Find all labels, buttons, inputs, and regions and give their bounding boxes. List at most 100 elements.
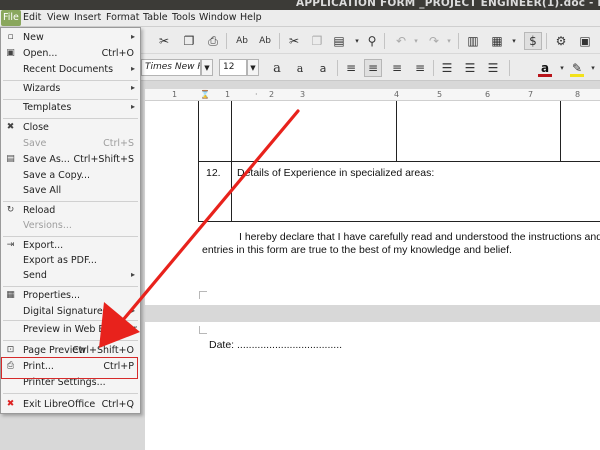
copy-icon[interactable]: ❐	[180, 32, 198, 50]
chevron-down-icon[interactable]: ▼	[247, 59, 259, 76]
font-name-field[interactable]: Times New Roman	[141, 59, 201, 76]
align-right-icon[interactable]: ≡	[388, 59, 406, 77]
menu-item-label: Save All	[23, 185, 62, 196]
grow-font-icon[interactable]: a	[268, 59, 286, 77]
export-icon: ⇥	[6, 240, 15, 250]
font-size-field[interactable]: 12	[219, 59, 247, 76]
menu-help[interactable]: Help	[240, 12, 262, 23]
menu-item-export[interactable]: ⇥ Export...	[1, 238, 140, 254]
horizontal-ruler[interactable]: 1 ⌛ 1 · 2 3 4 5 6 7 8	[145, 89, 600, 101]
menu-item-new[interactable]: ▫ New ▸	[1, 30, 140, 46]
menu-tools[interactable]: Tools	[172, 12, 195, 23]
submenu-arrow-icon: ▸	[130, 32, 135, 41]
menu-item-label: Properties...	[23, 290, 81, 301]
menu-item-export-pdf[interactable]: Export as PDF...	[1, 253, 140, 269]
date-field-label: Date: ..................................…	[209, 339, 343, 351]
menu-format[interactable]: Format	[106, 12, 139, 23]
table-dropdown-icon[interactable]: ▾	[505, 32, 523, 50]
menu-item-label: Wizards	[23, 83, 61, 94]
align-left-icon[interactable]: ≡	[342, 59, 360, 77]
ruler-number: 5	[437, 90, 443, 99]
menu-item-reload[interactable]: ↻ Reload	[1, 203, 140, 219]
gear-icon[interactable]: ⚙	[552, 32, 570, 50]
menu-item-label: Digital Signatures	[23, 306, 108, 317]
menu-item-shortcut: Ctrl+S	[103, 138, 134, 149]
ruler-indent-marker[interactable]: ⌛	[200, 90, 210, 99]
menu-item-wizards[interactable]: Wizards ▸	[1, 81, 140, 97]
line-spacing-icon[interactable]: ☰	[438, 59, 456, 77]
margin-corner-mark	[199, 291, 207, 299]
shrink-font-icon[interactable]: a	[291, 59, 309, 77]
menu-item-save-copy[interactable]: Save a Copy...	[1, 168, 140, 184]
ruler-number: 1	[172, 90, 178, 99]
printer-icon[interactable]: ⎙	[204, 32, 222, 50]
highlight-dropdown-icon[interactable]: ▾	[584, 59, 600, 77]
menu-item-properties[interactable]: ▦ Properties...	[1, 288, 140, 304]
save-as-icon: ▤	[6, 154, 15, 164]
open-folder-icon: ▣	[6, 48, 15, 58]
menu-window[interactable]: Window	[199, 12, 236, 23]
menu-item-save-all[interactable]: Save All	[1, 183, 140, 199]
print-highlight-box	[1, 357, 138, 379]
menu-item-exit[interactable]: ✖ Exit LibreOffice Ctrl+Q	[1, 397, 140, 413]
text-color-icon[interactable]: a	[314, 59, 332, 77]
chevron-down-icon[interactable]: ▼	[201, 59, 213, 76]
page-preview-icon: ⊡	[6, 345, 15, 355]
menu-insert[interactable]: Insert	[74, 12, 101, 23]
menu-item-label: Open...	[23, 48, 58, 59]
font-name-value: Times New Roman	[145, 62, 200, 72]
menubar: File Edit View Insert Format Table Tools…	[0, 10, 600, 27]
menu-item-label: Exit LibreOffice	[23, 399, 96, 410]
menu-edit[interactable]: Edit	[23, 12, 41, 23]
spellcheck-icon[interactable]: Ab	[233, 32, 251, 50]
ruler-number: 6	[485, 90, 491, 99]
menu-item-save-as[interactable]: ▤ Save As... Ctrl+Shift+S	[1, 152, 140, 168]
cut-icon[interactable]: ✂	[155, 32, 173, 50]
menu-item-shortcut: Ctrl+Q	[101, 399, 134, 410]
document-page[interactable]: 12. Details of Experience in specialized…	[145, 101, 600, 305]
font-color-icon[interactable]: a	[536, 59, 554, 77]
copy-icon[interactable]: ❐	[308, 32, 326, 50]
increase-spacing-icon[interactable]: ☰	[461, 59, 479, 77]
align-center-icon[interactable]: ≡	[364, 59, 382, 77]
cut-icon[interactable]: ✂	[285, 32, 303, 50]
menu-item-preview-web[interactable]: Preview in Web Browser	[1, 322, 140, 338]
menu-item-versions[interactable]: Versions...	[1, 218, 140, 234]
menu-view[interactable]: View	[47, 12, 70, 23]
menu-item-label: Export as PDF...	[23, 255, 97, 266]
decrease-spacing-icon[interactable]: ☰	[484, 59, 502, 77]
declaration-text: I hereby declare that I have carefully r…	[239, 231, 600, 243]
menu-item-digital-signatures[interactable]: Digital Signatures ▸	[1, 304, 140, 320]
menu-item-templates[interactable]: Templates ▸	[1, 100, 140, 116]
menu-item-label: Save	[23, 138, 47, 149]
menu-item-send[interactable]: Send ▸	[1, 268, 140, 284]
autospell-icon[interactable]: Ab	[256, 32, 274, 50]
window-titlebar: APPLICATION FORM _PROJECT ENGINEER(1).do…	[0, 0, 600, 10]
menu-file[interactable]: File	[1, 10, 21, 26]
menu-item-open[interactable]: ▣ Open... Ctrl+O	[1, 46, 140, 62]
help-icon[interactable]: ▣	[576, 32, 594, 50]
undo-dropdown-icon[interactable]: ▾	[407, 32, 425, 50]
clone-formatting-icon[interactable]: ⚲	[363, 32, 381, 50]
submenu-arrow-icon: ▸	[130, 102, 135, 111]
menu-item-label: New	[23, 32, 44, 43]
formatting-marks-icon[interactable]: $	[524, 32, 542, 50]
table-border	[198, 161, 600, 162]
insert-chart-icon[interactable]: ▥	[464, 32, 482, 50]
menu-table[interactable]: Table	[143, 12, 168, 23]
menu-item-label: Recent Documents	[23, 64, 114, 75]
justify-icon[interactable]: ≡	[411, 59, 429, 77]
table-border	[396, 101, 397, 161]
insert-table-icon[interactable]: ▦	[488, 32, 506, 50]
submenu-arrow-icon: ▸	[130, 64, 135, 73]
ruler-number: 4	[394, 90, 400, 99]
paste-icon[interactable]: ▤	[330, 32, 348, 50]
menu-item-label: Save As...	[23, 154, 70, 165]
redo-dropdown-icon[interactable]: ▾	[440, 32, 458, 50]
menu-item-label: Reload	[23, 205, 56, 216]
menu-item-recent-documents[interactable]: Recent Documents ▸	[1, 62, 140, 78]
window-title: APPLICATION FORM _PROJECT ENGINEER(1).do…	[296, 0, 600, 9]
document-page[interactable]: Date: ..................................…	[145, 322, 600, 450]
menu-item-close[interactable]: ✖ Close	[1, 120, 140, 136]
menu-item-save[interactable]: Save Ctrl+S	[1, 136, 140, 152]
